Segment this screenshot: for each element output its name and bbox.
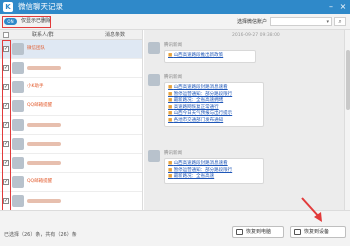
contact-name: 小K助手 (27, 84, 44, 89)
scrollbar[interactable] (344, 30, 350, 210)
avatar (12, 62, 24, 74)
avatar (12, 176, 24, 188)
contact-name: QQ邮箱提醒 (27, 179, 53, 184)
footer: 已选择（26）条，共有（26）条 恢复到电脑 恢复到设备 (0, 210, 350, 246)
avatar (12, 43, 24, 55)
message-detail-pane: 2016-09-27 09:38:00 腾讯新闻 山西高速路段推出新政策 腾讯新… (144, 30, 344, 210)
list-item[interactable]: ✓ QQ邮箱提醒 (0, 97, 142, 116)
window-title: 微信聊天记录 (18, 2, 63, 11)
article-link[interactable]: 各地市交通部门发布通知 (168, 118, 260, 125)
column-header-count: 消息条数 (105, 32, 126, 38)
avatar (12, 157, 24, 169)
contact-name: 微信团队 (27, 46, 45, 51)
list-item[interactable]: ✓ 微信团队 (0, 40, 142, 59)
highlight-box-toggle (2, 16, 51, 28)
minimize-button[interactable]: – (326, 2, 336, 12)
list-item[interactable]: ✓ QQ邮箱提醒 (0, 173, 142, 192)
message-bubble: 山西高速路段封路消息速看 暂停运营通知：部分路段限行 最新路况：全省高速 (164, 158, 264, 184)
recover-to-pc-button[interactable]: 恢复到电脑 (232, 226, 284, 238)
list-item[interactable]: ✓ (0, 59, 142, 78)
recover-to-device-button[interactable]: 恢复到设备 (290, 226, 346, 238)
contact-name (27, 142, 61, 146)
recover-to-device-label: 恢复到设备 (304, 229, 330, 235)
recover-to-pc-label: 恢复到电脑 (246, 229, 272, 235)
avatar (12, 195, 24, 207)
list-item[interactable]: ✓ (0, 192, 142, 211)
device-icon (294, 229, 301, 235)
article-link[interactable]: 山西高速路段推出新政策 (168, 53, 252, 60)
avatar (148, 150, 160, 162)
chevron-down-icon: ▾ (326, 19, 329, 25)
contact-name (27, 161, 61, 165)
toolbar: ON 仅显示已删除 选择微信账户 ▾ ⌕ (0, 14, 350, 30)
message-bubble: 山西高速路段推出新政策 (164, 50, 256, 63)
message-sender: 腾讯新闻 (164, 75, 182, 80)
list-item[interactable]: ✓ (0, 116, 142, 135)
column-header-contact: 联系人/群 (32, 32, 54, 38)
title-bar: K 微信聊天记录 – × (0, 0, 350, 14)
message-sender: 腾讯新闻 (164, 43, 182, 48)
contact-list: 联系人/群 消息条数 ✓ 微信团队 ✓ ✓ 小K助手 ✓ QQ邮箱提醒 ✓ ✓ (0, 30, 143, 211)
contact-name (27, 199, 61, 203)
avatar (12, 100, 24, 112)
avatar (148, 74, 160, 86)
contact-name (27, 66, 61, 70)
app-logo: K (3, 2, 13, 12)
device-select-label: 选择微信账户 (237, 19, 268, 25)
avatar (12, 81, 24, 93)
device-select[interactable]: ▾ (270, 17, 332, 26)
contact-name (27, 123, 61, 127)
scrollbar-thumb[interactable] (346, 50, 350, 110)
list-header: 联系人/群 消息条数 (0, 30, 142, 40)
list-item[interactable]: ✓ (0, 154, 142, 173)
message-sender: 腾讯新闻 (164, 151, 182, 156)
contact-name: QQ邮箱提醒 (27, 103, 53, 108)
monitor-icon (236, 229, 243, 235)
select-all-checkbox[interactable] (3, 32, 9, 38)
avatar (148, 42, 160, 54)
annotation-arrow-icon (301, 197, 322, 222)
message-bubble: 山西高速路段封路消息速看 暂停运营通知：部分路段限行 最新路况：全省高速拥堵 高… (164, 82, 264, 127)
message-timestamp: 2016-09-27 09:38:00 (232, 33, 280, 38)
list-item[interactable]: ✓ 小K助手 (0, 78, 142, 97)
highlight-box-checkboxes (2, 40, 11, 215)
close-button[interactable]: × (338, 2, 348, 12)
list-item[interactable]: ✓ (0, 135, 142, 154)
article-link[interactable]: 最新路况：全省高速 (168, 174, 260, 181)
avatar (12, 138, 24, 150)
avatar (12, 119, 24, 131)
search-icon[interactable]: ⌕ (334, 17, 346, 26)
selection-status: 已选择（26）条，共有（26）条 (4, 232, 77, 238)
